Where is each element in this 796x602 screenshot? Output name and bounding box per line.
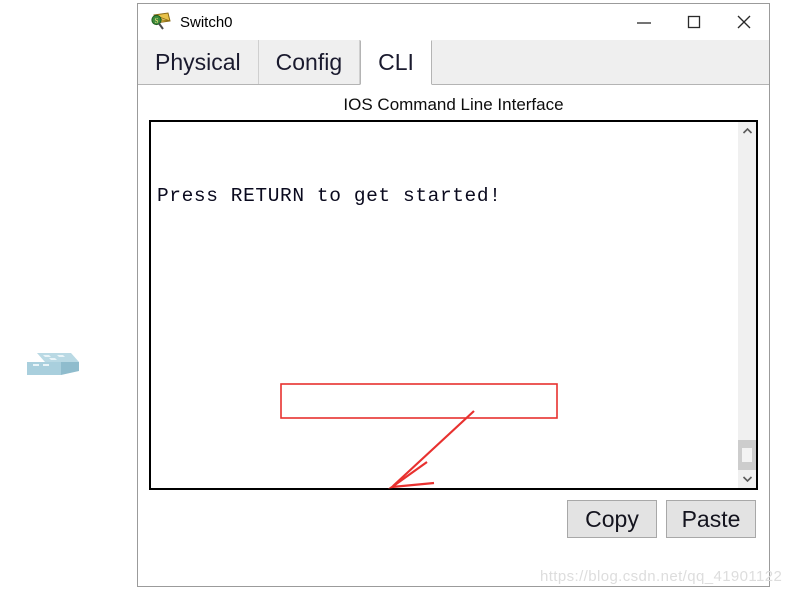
window-titlebar[interactable]: S Switch0	[138, 4, 769, 40]
cli-panel: IOS Command Line Interface Press RETURN …	[138, 85, 769, 586]
scrollbar-down-button[interactable]	[738, 470, 756, 488]
maximize-button[interactable]	[669, 4, 719, 40]
tab-cli-label: CLI	[378, 49, 414, 75]
tab-physical-label: Physical	[155, 48, 241, 75]
paste-button-label: Paste	[681, 505, 741, 532]
svg-text:S: S	[155, 17, 159, 25]
tab-config[interactable]: Config	[258, 40, 361, 84]
minimize-button[interactable]	[619, 4, 669, 40]
watermark: https://blog.csdn.net/qq_41901122	[540, 568, 783, 585]
tab-config-label: Config	[275, 48, 343, 75]
packet-tracer-switch-icon: S	[150, 11, 172, 33]
chevron-down-icon	[742, 476, 752, 483]
window-controls	[619, 4, 769, 40]
action-button-row: Copy Paste	[567, 500, 756, 538]
close-button[interactable]	[719, 4, 769, 40]
tab-strip-filler	[431, 40, 769, 84]
window-title: Switch0	[180, 13, 233, 31]
tab-strip: Physical Config CLI	[138, 40, 769, 85]
copy-button[interactable]: Copy	[567, 500, 657, 538]
terminal-container: Press RETURN to get started! Switch>en S…	[149, 120, 758, 490]
tab-cli[interactable]: CLI	[360, 40, 432, 85]
tab-physical[interactable]: Physical	[138, 40, 259, 84]
switch-device-icon[interactable]	[27, 345, 79, 379]
paste-button[interactable]: Paste	[666, 500, 756, 538]
cli-window: S Switch0 Physical Config CLI IOS Comman…	[137, 3, 770, 587]
maximize-icon	[687, 15, 701, 29]
scrollbar-up-button[interactable]	[738, 122, 756, 140]
terminal-output[interactable]: Press RETURN to get started! Switch>en S…	[151, 122, 737, 488]
close-icon	[737, 15, 751, 29]
scrollbar-track[interactable]	[738, 140, 756, 470]
copy-button-label: Copy	[585, 505, 639, 532]
minimize-icon	[637, 22, 651, 24]
terminal-scrollbar[interactable]	[737, 122, 756, 488]
chevron-up-icon	[742, 127, 752, 134]
scrollbar-thumb[interactable]	[738, 440, 756, 470]
panel-heading: IOS Command Line Interface	[343, 95, 564, 114]
terminal-line: Press RETURN to get started!	[157, 185, 502, 207]
